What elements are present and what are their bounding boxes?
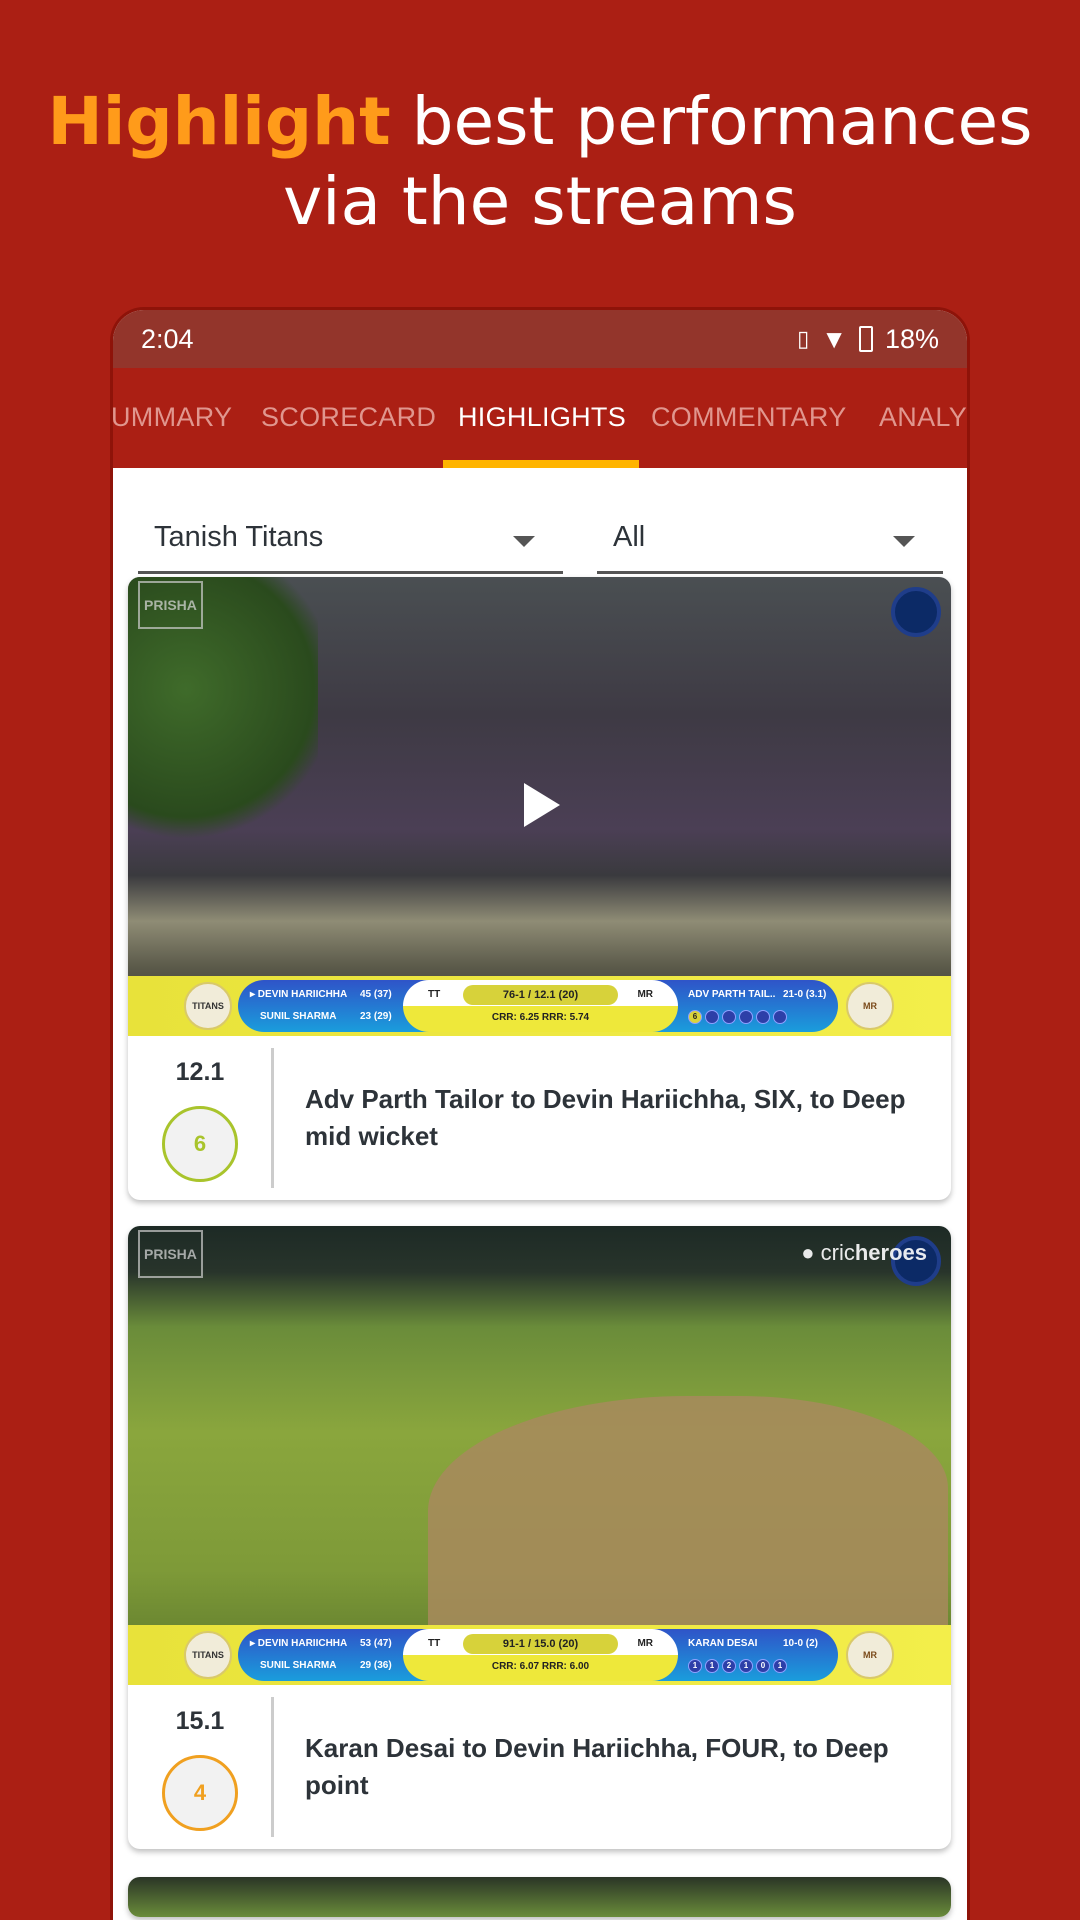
status-time: 2:04 (141, 323, 194, 354)
promo-headline: Highlight best performances via the stre… (0, 82, 1080, 242)
highlight-description: Karan Desai to Devin Hariichha, FOUR, to… (305, 1733, 889, 1800)
striker: ▸ DEVIN HARIICHHA (250, 1638, 348, 1649)
ball: 6 (688, 1010, 702, 1024)
non-striker-score: 29 (36) (360, 1660, 392, 1671)
ball (756, 1010, 770, 1024)
vibrate-icon: ▯ (797, 326, 810, 351)
ball: 1 (705, 1659, 719, 1673)
dropdown-arrow-icon (893, 536, 915, 547)
ball: 0 (756, 1659, 770, 1673)
battery-charging-icon (858, 326, 873, 352)
team-logo-left: TITANS (184, 1631, 232, 1679)
dropdown-arrow-icon (513, 536, 535, 547)
highlight-description: Adv Parth Tailor to Devin Hariichha, SIX… (305, 1084, 906, 1151)
ball (773, 1010, 787, 1024)
highlight-card[interactable]: PRISHA TITANS ▸ DEVIN HARIICHHA 45 (37) … (128, 577, 951, 1200)
runs-badge: 6 (162, 1106, 238, 1182)
over-number: 15.1 (175, 1707, 225, 1735)
tab-summary[interactable]: UMMARY (113, 402, 232, 433)
tab-scorecard[interactable]: SCORECARD (261, 402, 436, 433)
ball (722, 1010, 736, 1024)
run-rates: CRR: 6.07 RRR: 6.00 (491, 1661, 590, 1672)
prisha-logo: PRISHA (138, 1230, 203, 1278)
wifi-icon: ▼ (821, 323, 847, 354)
team-logo-right: MR (846, 982, 894, 1030)
headline-accent: Highlight (47, 83, 391, 160)
divider (271, 1697, 274, 1837)
runs-badge: 4 (162, 1755, 238, 1831)
highlight-card[interactable]: PRISHA ● cricheroes TITANS ▸ DEVIN HARII… (128, 1226, 951, 1849)
tab-bar: UMMARY SCORECARD HIGHLIGHTS COMMENTARY A… (113, 368, 967, 468)
ball: 2 (722, 1659, 736, 1673)
tab-highlights[interactable]: HIGHLIGHTS (458, 402, 626, 433)
over-balls: 6 (688, 1010, 787, 1024)
tab-analysis[interactable]: ANALY (879, 402, 967, 433)
phone-screen: 2:04 ▯ ▼ 18% UMMARY SCORECARD HIGHLIGHTS… (110, 307, 970, 1920)
over-number: 12.1 (175, 1058, 225, 1086)
bowler-figures: 10-0 (2) (783, 1638, 819, 1649)
tab-commentary[interactable]: COMMENTARY (651, 402, 847, 433)
scoreboard-overlay: TITANS ▸ DEVIN HARIICHHA 53 (47) SUNIL S… (128, 1625, 951, 1685)
team1-code: TT (428, 1638, 441, 1649)
status-bar: 2:04 ▯ ▼ 18% (113, 310, 967, 368)
video-thumbnail[interactable] (128, 1877, 951, 1917)
highlight-info: 15.1 4 Karan Desai to Devin Hariichha, F… (128, 1685, 951, 1849)
highlight-card[interactable] (128, 1877, 951, 1917)
team2-code: MR (637, 1638, 653, 1649)
ball (705, 1010, 719, 1024)
tab-indicator (443, 460, 639, 468)
match-score: 91-1 / 15.0 (20) (463, 1634, 618, 1654)
type-dropdown-value: All (613, 521, 646, 553)
non-striker: SUNIL SHARMA (260, 1011, 337, 1022)
non-striker: SUNIL SHARMA (260, 1660, 337, 1671)
cricheroes-logo: ● cricheroes (801, 1240, 927, 1265)
type-dropdown[interactable]: All (597, 504, 943, 574)
headline-line2: via the streams (283, 163, 797, 240)
over-balls: 1 1 2 1 0 1 (688, 1659, 787, 1673)
striker-score: 53 (47) (360, 1638, 392, 1649)
highlight-info: 12.1 6 Adv Parth Tailor to Devin Hariich… (128, 1036, 951, 1200)
striker-score: 45 (37) (360, 989, 392, 1000)
ball: 1 (773, 1659, 787, 1673)
team1-code: TT (428, 989, 441, 1000)
ball: 1 (688, 1659, 702, 1673)
team2-code: MR (637, 989, 653, 1000)
non-striker-score: 23 (29) (360, 1011, 392, 1022)
scoreboard-overlay: TITANS ▸ DEVIN HARIICHHA 45 (37) SUNIL S… (128, 976, 951, 1036)
video-thumbnail[interactable]: PRISHA ● cricheroes TITANS ▸ DEVIN HARII… (128, 1226, 951, 1685)
pitch-image (428, 1396, 948, 1626)
match-score: 76-1 / 12.1 (20) (463, 985, 618, 1005)
league-logo (891, 587, 941, 637)
ball: 1 (739, 1659, 753, 1673)
team-logo-left: TITANS (184, 982, 232, 1030)
battery-percent: 18% (884, 323, 939, 354)
team-dropdown[interactable]: Tanish Titans (138, 504, 563, 574)
bowler: KARAN DESAI (688, 1638, 758, 1649)
headline-line1: best performances (390, 83, 1033, 160)
team-dropdown-value: Tanish Titans (154, 521, 324, 553)
run-rates: CRR: 6.25 RRR: 5.74 (491, 1012, 590, 1023)
bowler: ADV PARTH TAIL.. (688, 989, 776, 1000)
play-icon[interactable] (524, 783, 560, 827)
video-thumbnail[interactable]: PRISHA TITANS ▸ DEVIN HARIICHHA 45 (37) … (128, 577, 951, 1036)
prisha-logo: PRISHA (138, 581, 203, 629)
team-logo-right: MR (846, 1631, 894, 1679)
ball (739, 1010, 753, 1024)
bowler-figures: 21-0 (3.1) (783, 989, 827, 1000)
striker: ▸ DEVIN HARIICHHA (250, 989, 348, 1000)
divider (271, 1048, 274, 1188)
